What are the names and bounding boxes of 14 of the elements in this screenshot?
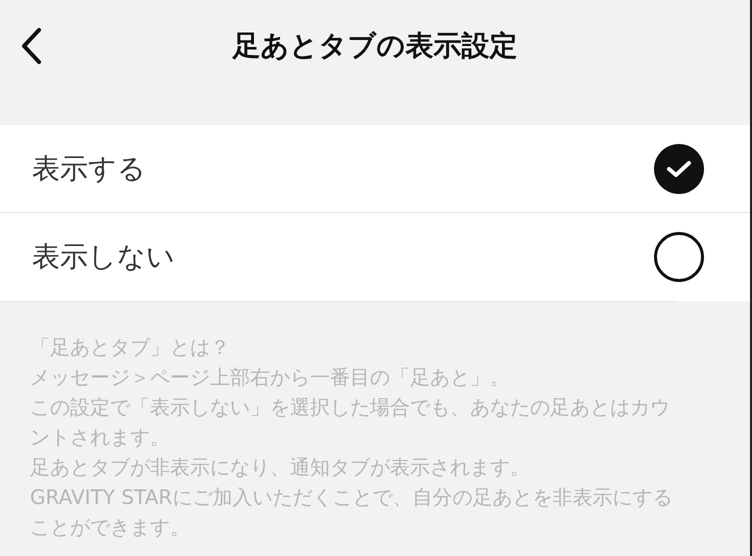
page-title: 足あとタブの表示設定 [232, 28, 518, 64]
option-label: 表示しない [32, 239, 175, 275]
checked-radio[interactable] [654, 144, 704, 194]
option-row[interactable]: 表示する [0, 125, 750, 213]
option-label: 表示する [32, 150, 146, 186]
note-text: 足あとタブが非表示になり、通知タブが表示されます。 [30, 454, 531, 481]
option-row[interactable]: 表示しない [0, 213, 750, 301]
note-text: メッセージ＞ページ上部右から一番目の「足あと」。 [30, 364, 511, 391]
back-icon [20, 27, 42, 65]
note-text: 「足あとタブ」とは？ [30, 334, 231, 361]
note-text: この設定で「表示しない」を選択した場合でも、あなたの足あとはカウントされます。 [30, 394, 671, 451]
check-icon [666, 158, 692, 178]
unchecked-radio[interactable] [654, 232, 704, 282]
note-text: GRAVITY STARにご加入いただくことで、自分の足あとを非表示にすることができます。 [30, 484, 674, 541]
